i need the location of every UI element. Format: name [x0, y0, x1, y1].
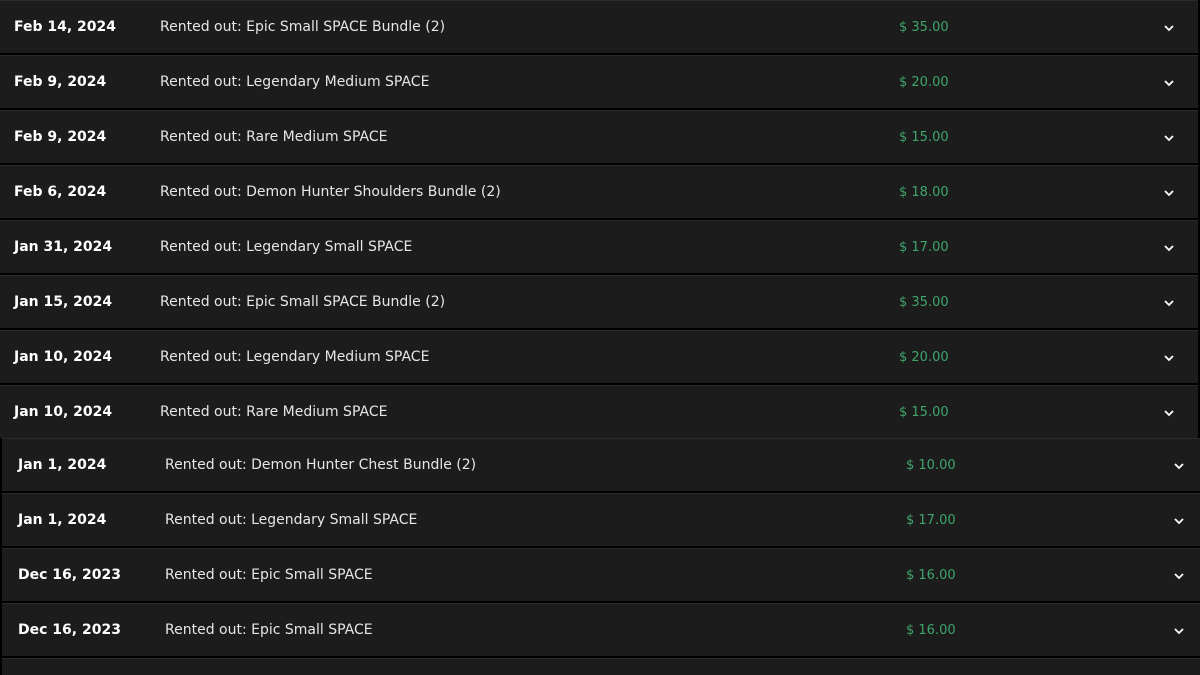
transaction-date: Jan 1, 2024: [18, 457, 107, 473]
transaction-date: Jan 10, 2024: [14, 349, 113, 365]
transaction-description: Rented out: Epic Small SPACE Bundle (2): [160, 294, 446, 310]
chevron-down-icon[interactable]: [1162, 386, 1176, 439]
transaction-date: Feb 9, 2024: [14, 74, 107, 90]
transaction-row[interactable]: Feb 6, 2024 Rented out: Demon Hunter Sho…: [0, 165, 1198, 218]
transaction-row[interactable]: Jan 10, 2024 Rented out: Legendary Mediu…: [0, 330, 1198, 383]
transaction-row[interactable]: Jan 10, 2024 Rented out: Rare Medium SPA…: [0, 385, 1198, 438]
chevron-down-icon[interactable]: [1162, 331, 1176, 384]
chevron-down-icon[interactable]: [1162, 166, 1176, 219]
transaction-description: Rented out: Legendary Small SPACE: [165, 512, 418, 528]
transaction-amount: $ 15.00: [899, 405, 949, 420]
transaction-date: Jan 31, 2024: [14, 239, 113, 255]
transaction-amount: $ 10.00: [906, 458, 956, 473]
transaction-row[interactable]: Jan 31, 2024 Rented out: Legendary Small…: [0, 220, 1198, 273]
transaction-row[interactable]: Dec 16, 2023 Rented out: Epic Small SPAC…: [2, 603, 1200, 656]
transaction-amount: $ 35.00: [899, 295, 949, 310]
transaction-row[interactable]: Feb 14, 2024 Rented out: Epic Small SPAC…: [0, 0, 1198, 53]
transaction-amount: $ 18.00: [899, 185, 949, 200]
transaction-row[interactable]: Jan 1, 2024 Rented out: Legendary Small …: [2, 493, 1200, 546]
chevron-down-icon[interactable]: [1162, 111, 1176, 164]
transaction-description: Rented out: Epic Small SPACE Bundle (2): [160, 19, 446, 35]
transaction-row[interactable]: Dec 16, 2023 Rented out: Epic Small SPAC…: [2, 548, 1200, 601]
chevron-down-icon[interactable]: [1172, 604, 1186, 657]
transaction-group-2: Jan 1, 2024 Rented out: Demon Hunter Che…: [2, 438, 1200, 658]
transaction-row[interactable]: Feb 9, 2024 Rented out: Legendary Medium…: [0, 55, 1198, 108]
transaction-date: Feb 6, 2024: [14, 184, 107, 200]
transaction-date: Dec 16, 2023: [18, 567, 121, 583]
chevron-down-icon[interactable]: [1162, 56, 1176, 109]
chevron-down-icon[interactable]: [1172, 549, 1186, 602]
transaction-list: Feb 14, 2024 Rented out: Epic Small SPAC…: [0, 0, 1200, 675]
transaction-date: Feb 14, 2024: [14, 19, 117, 35]
transaction-date: Feb 9, 2024: [14, 129, 107, 145]
transaction-description: Rented out: Epic Small SPACE: [165, 622, 373, 638]
transaction-row[interactable]: Jan 15, 2024 Rented out: Epic Small SPAC…: [0, 275, 1198, 328]
transaction-row-partial[interactable]: [2, 658, 1200, 675]
transaction-description: Rented out: Legendary Small SPACE: [160, 239, 413, 255]
transaction-date: Dec 16, 2023: [18, 622, 121, 638]
transaction-amount: $ 17.00: [906, 513, 956, 528]
transaction-row[interactable]: Feb 9, 2024 Rented out: Rare Medium SPAC…: [0, 110, 1198, 163]
transaction-description: Rented out: Demon Hunter Chest Bundle (2…: [165, 457, 477, 473]
transaction-date: Jan 15, 2024: [14, 294, 113, 310]
transaction-amount: $ 16.00: [906, 623, 956, 638]
chevron-down-icon[interactable]: [1172, 494, 1186, 547]
transaction-description: Rented out: Legendary Medium SPACE: [160, 74, 430, 90]
transaction-date: Jan 1, 2024: [18, 512, 107, 528]
chevron-down-icon[interactable]: [1172, 439, 1186, 492]
chevron-down-icon[interactable]: [1162, 221, 1176, 274]
transaction-description: Rented out: Demon Hunter Shoulders Bundl…: [160, 184, 501, 200]
transaction-group-1: Feb 14, 2024 Rented out: Epic Small SPAC…: [0, 0, 1198, 440]
transaction-amount: $ 35.00: [899, 20, 949, 35]
transaction-description: Rented out: Rare Medium SPACE: [160, 404, 388, 420]
transaction-description: Rented out: Rare Medium SPACE: [160, 129, 388, 145]
transaction-row[interactable]: Jan 1, 2024 Rented out: Demon Hunter Che…: [2, 438, 1200, 491]
chevron-down-icon[interactable]: [1162, 1, 1176, 54]
transaction-description: Rented out: Epic Small SPACE: [165, 567, 373, 583]
chevron-down-icon[interactable]: [1162, 276, 1176, 329]
transaction-date: Jan 10, 2024: [14, 404, 113, 420]
transaction-amount: $ 17.00: [899, 240, 949, 255]
transaction-amount: $ 20.00: [899, 75, 949, 90]
transaction-amount: $ 16.00: [906, 568, 956, 583]
transaction-description: Rented out: Legendary Medium SPACE: [160, 349, 430, 365]
transaction-amount: $ 15.00: [899, 130, 949, 145]
transaction-amount: $ 20.00: [899, 350, 949, 365]
